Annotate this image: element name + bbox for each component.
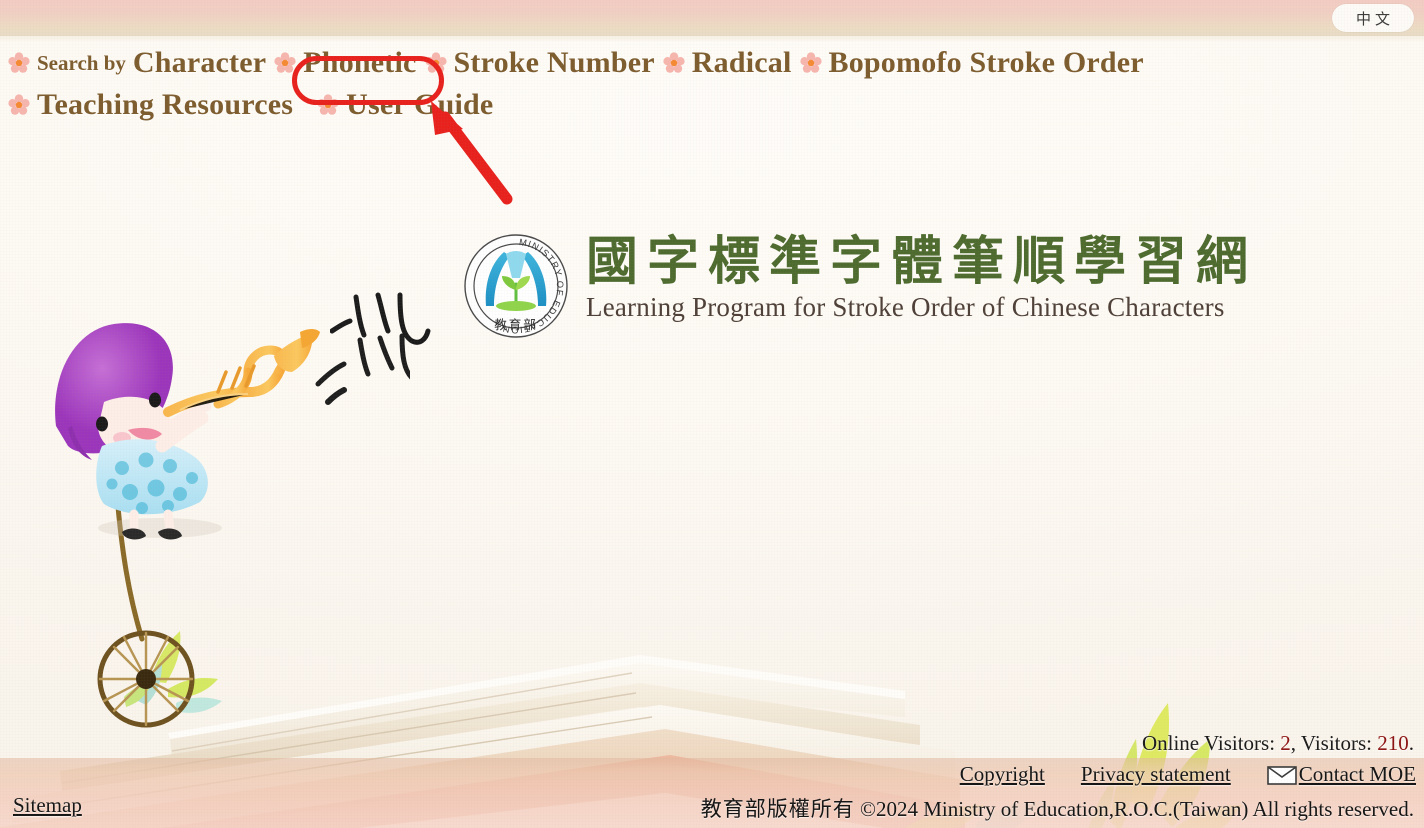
nav-item-bopomofo-stroke-order[interactable]: Bopomofo Stroke Order <box>799 46 1144 80</box>
visitors-count: 210 <box>1377 731 1409 755</box>
nav-item-stroke-number[interactable]: Stroke Number <box>424 46 655 80</box>
copyright-cn: 教育部版權所有 <box>700 797 855 821</box>
flower-icon <box>317 94 339 115</box>
nav-label-teaching-resources: Teaching Resources <box>37 88 294 121</box>
nav-row-primary: Search by Character Phonetic Stroke Numb… <box>8 46 1268 80</box>
site-logo-text: 國字標準字體筆順學習網 Learning Program for Stroke … <box>586 232 1257 323</box>
nav-prefix-label: Search by <box>37 50 126 75</box>
online-visitors-count: 2 <box>1280 731 1291 755</box>
flower-icon <box>424 52 447 73</box>
page-background <box>0 41 1424 828</box>
flower-icon <box>8 52 30 73</box>
flower-icon <box>799 52 822 73</box>
moe-emblem-icon: MINISTRY OF EDUCATION 教育部 <box>464 234 568 338</box>
nav-label-stroke-number: Stroke Number <box>453 46 655 79</box>
topbar-divider <box>0 36 1424 41</box>
site-title-en: Learning Program for Stroke Order of Chi… <box>586 292 1225 323</box>
visitor-counter: Online Visitors: 2, Visitors: 210. <box>1142 731 1414 756</box>
site-logo[interactable]: MINISTRY OF EDUCATION 教育部 國字標準字體筆順學習網 Le… <box>462 232 1257 340</box>
copyright-line: 教育部版權所有 ©2024 Ministry of Education,R.O.… <box>701 793 1414 823</box>
brush-stroke-marks <box>330 292 431 345</box>
visitors-suffix: . <box>1408 731 1414 755</box>
page-root: 中文 Search by Character Phonetic Stroke N… <box>0 0 1424 828</box>
nav-label-phonetic: Phonetic <box>303 46 417 79</box>
footer-link-privacy-statement[interactable]: Privacy statement <box>1081 762 1231 787</box>
copyright-en: ©2024 Ministry of Education,R.O.C.(Taiwa… <box>860 797 1414 821</box>
nav-label-user-guide: User Guide <box>346 88 494 121</box>
nav-label-bopomofo-stroke-order: Bopomofo Stroke Order <box>828 46 1144 79</box>
visitors-separator: , Visitors: <box>1290 731 1378 755</box>
flower-icon <box>274 52 296 73</box>
nav-item-character[interactable]: Search by Character <box>8 46 266 80</box>
nav-item-teaching-resources[interactable]: Teaching Resources <box>8 88 293 122</box>
footer-link-copyright[interactable]: Copyright <box>960 762 1045 787</box>
footer-link-contact-moe-wrap[interactable]: Contact MOE <box>1266 762 1416 787</box>
nav-item-phonetic[interactable]: Phonetic <box>274 46 416 80</box>
nav-label-character: Character <box>132 46 267 79</box>
nav-label-radical: Radical <box>691 46 792 79</box>
footer-links: Copyright Privacy statement Contact MOE <box>960 762 1416 787</box>
footer-link-contact-moe[interactable]: Contact MOE <box>1299 762 1416 787</box>
flower-icon <box>8 94 30 115</box>
svg-text:教育部: 教育部 <box>494 317 538 332</box>
site-title-cn: 國字標準字體筆順學習網 <box>586 231 1258 292</box>
main-navigation: Search by Character Phonetic Stroke Numb… <box>8 46 1268 122</box>
online-visitors-label: Online Visitors: <box>1141 731 1281 755</box>
sitemap-wrap: Sitemap <box>13 793 82 818</box>
envelope-icon <box>1266 765 1297 785</box>
language-toggle-button[interactable]: 中文 <box>1332 4 1414 32</box>
nav-row-secondary: Teaching Resources User Guide <box>8 88 1268 122</box>
footer-link-sitemap[interactable]: Sitemap <box>13 793 82 817</box>
topbar: 中文 <box>0 0 1424 36</box>
nav-item-radical[interactable]: Radical <box>663 46 792 80</box>
nav-item-user-guide[interactable]: User Guide <box>317 88 493 122</box>
flower-icon <box>663 52 685 73</box>
